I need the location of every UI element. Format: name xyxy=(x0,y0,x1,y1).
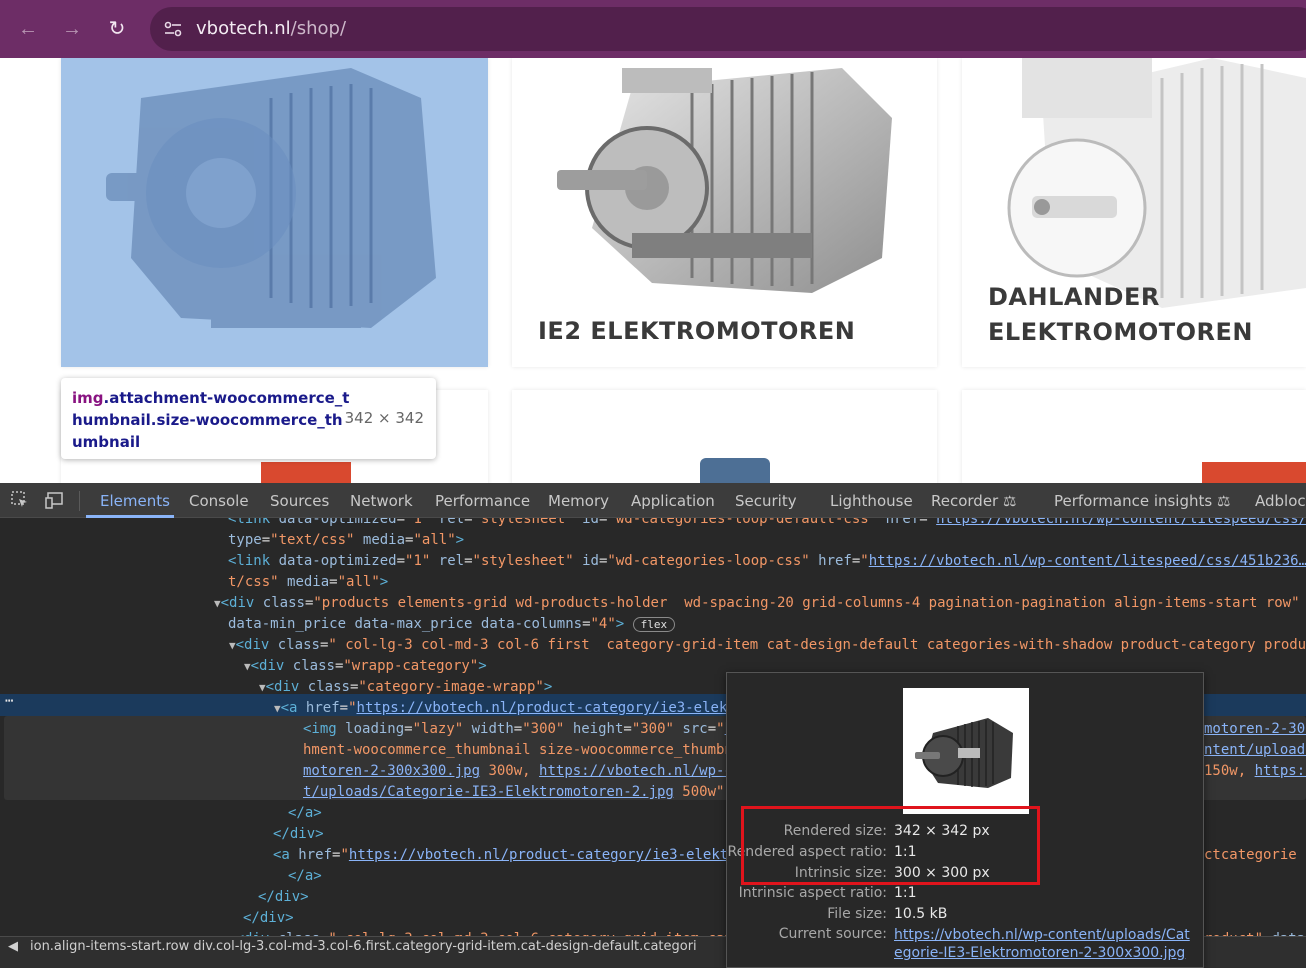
tab-lighthouse[interactable]: Lighthouse xyxy=(830,492,913,510)
dom-line-selected[interactable]: ▼<a href="https://vbotech.nl/product-cat… xyxy=(274,698,736,719)
category-card-ie2[interactable]: IE2 ELEKTROMOTOREN xyxy=(512,58,937,367)
tooltip-tag: img xyxy=(72,389,104,407)
browser-toolbar: ← → ↻ vbotech.nl/shop/ xyxy=(0,0,1306,58)
dom-line[interactable]: </a> xyxy=(288,866,322,887)
tab-adblock[interactable]: Adblock xyxy=(1255,492,1306,510)
dom-line[interactable]: <img loading="lazy" width="300" height="… xyxy=(303,719,741,740)
dom-line[interactable]: ctcategorie i xyxy=(1204,845,1306,866)
more-options-icon[interactable]: ⋯ xyxy=(5,693,13,709)
intrinsic-aspect-value: 1:1 xyxy=(894,885,917,901)
dom-line[interactable]: ▼<div class="products elements-grid wd-p… xyxy=(214,593,1306,614)
dom-line[interactable]: t/css" media="all"> xyxy=(228,572,388,593)
url-text[interactable]: vbotech.nl/shop/ xyxy=(196,18,346,39)
motor-image[interactable] xyxy=(512,390,937,483)
dom-line[interactable]: data-min_price data-max_price data-colum… xyxy=(228,614,676,635)
tab-memory[interactable]: Memory xyxy=(548,492,609,510)
arrow-right-icon: → xyxy=(62,18,82,40)
category-card-dahlander[interactable]: DAHLANDER ELEKTROMOTOREN xyxy=(962,58,1306,367)
breadcrumb-scroll-left-icon[interactable]: ◀ xyxy=(8,939,18,954)
tab-performance[interactable]: Performance xyxy=(435,492,530,510)
category-card[interactable] xyxy=(512,390,937,483)
current-source-link[interactable]: https://vbotech.nl/wp-content/uploads/Ca… xyxy=(894,926,1194,962)
tab-recorder-label: Recorder xyxy=(931,492,999,510)
motor-image-highlighted[interactable] xyxy=(61,58,488,367)
tooltip-size: 342 × 342 xyxy=(344,409,424,427)
reload-button[interactable]: ↻ xyxy=(103,15,131,43)
dom-line[interactable]: 150w, https:/ xyxy=(1204,761,1306,782)
tab-performance-insights[interactable]: Performance insights ⚖ xyxy=(1054,492,1230,510)
file-size-value: 10.5 kB xyxy=(894,906,948,922)
device-toolbar-icon[interactable] xyxy=(45,490,65,510)
intrinsic-aspect-label: Intrinsic aspect ratio: xyxy=(738,885,887,901)
dom-line[interactable]: ntent/uploads xyxy=(1204,740,1306,761)
category-card-ie3[interactable] xyxy=(61,58,488,367)
dom-line[interactable]: ▼<div class="category-image-wrapp"> xyxy=(259,677,552,698)
dom-line[interactable]: roduct" data- xyxy=(1204,929,1306,936)
dom-line[interactable]: motoren-2-300x300.jpg 300w, https://vbot… xyxy=(303,761,741,782)
image-preview xyxy=(903,688,1029,814)
dom-line[interactable]: ▶<div class=" col-lg-3 col-md-3 col-6 ca… xyxy=(229,929,733,936)
dom-line[interactable]: <link data-optimized="1" rel="stylesheet… xyxy=(228,518,1306,530)
category-card[interactable] xyxy=(962,390,1306,483)
tab-network[interactable]: Network xyxy=(350,492,413,510)
tab-performance-insights-label: Performance insights xyxy=(1054,492,1213,510)
dom-line[interactable]: </div> xyxy=(258,887,309,908)
tab-application[interactable]: Application xyxy=(631,492,715,510)
dom-line[interactable]: </div> xyxy=(243,908,294,929)
dom-line[interactable]: <link data-optimized="1" rel="stylesheet… xyxy=(228,551,1306,572)
motor-image[interactable] xyxy=(962,390,1306,483)
dom-line[interactable]: hment-woocommerce_thumbnail size-woocomm… xyxy=(303,740,741,761)
inspect-tooltip: img.attachment-woocommerce_thumbnail.siz… xyxy=(61,378,436,459)
flask-icon: ⚖ xyxy=(1003,492,1017,510)
inspect-element-icon[interactable] xyxy=(10,490,30,510)
address-bar[interactable]: vbotech.nl/shop/ xyxy=(150,7,1306,51)
flex-badge[interactable]: flex xyxy=(632,617,676,632)
annotation-red-box xyxy=(741,806,1040,885)
dom-line[interactable]: </a> xyxy=(288,803,322,824)
tooltip-class: .attachment-woocommerce_thumbnail.size-w… xyxy=(72,389,350,451)
dom-line[interactable]: type="text/css" media="all"> xyxy=(228,530,464,551)
flask-icon: ⚖ xyxy=(1216,492,1231,510)
dom-line[interactable]: ▼<div class="wrapp-category"> xyxy=(244,656,487,677)
site-settings-icon[interactable] xyxy=(162,18,184,40)
url-host: vbotech.nl xyxy=(196,18,291,39)
tab-security[interactable]: Security xyxy=(735,492,797,510)
breadcrumb-path[interactable]: ion.align-items-start.row div.col-lg-3.c… xyxy=(30,939,697,954)
file-size-label: File size: xyxy=(827,906,887,922)
category-title[interactable]: DAHLANDER ELEKTROMOTOREN xyxy=(988,280,1288,350)
current-source-label: Current source: xyxy=(778,926,887,942)
forward-button[interactable]: → xyxy=(58,15,86,43)
category-title[interactable]: IE2 ELEKTROMOTOREN xyxy=(538,314,855,349)
tooltip-selector: img.attachment-woocommerce_thumbnail.siz… xyxy=(72,387,352,453)
arrow-left-icon: ← xyxy=(18,18,38,40)
dom-line[interactable]: ▼<div class=" col-lg-3 col-md-3 col-6 fi… xyxy=(229,635,1306,656)
dom-line[interactable]: <a href="https://vbotech.nl/product-cate… xyxy=(273,845,737,866)
tab-console[interactable]: Console xyxy=(189,492,249,510)
dom-line[interactable]: motoren-2-300 xyxy=(1204,719,1306,740)
dom-line[interactable]: </div> xyxy=(273,824,324,845)
back-button[interactable]: ← xyxy=(14,15,42,43)
tab-divider xyxy=(79,491,80,511)
devtools-tabbar: Elements Console Sources Network Perform… xyxy=(0,483,1306,518)
tab-recorder[interactable]: Recorder ⚖ xyxy=(931,492,1016,510)
tab-sources[interactable]: Sources xyxy=(270,492,329,510)
url-path: /shop/ xyxy=(290,18,347,39)
dom-line[interactable]: t/uploads/Categorie-IE3-Elektromotoren-2… xyxy=(303,782,741,803)
tab-elements[interactable]: Elements xyxy=(100,492,170,510)
reload-icon: ↻ xyxy=(108,18,126,40)
